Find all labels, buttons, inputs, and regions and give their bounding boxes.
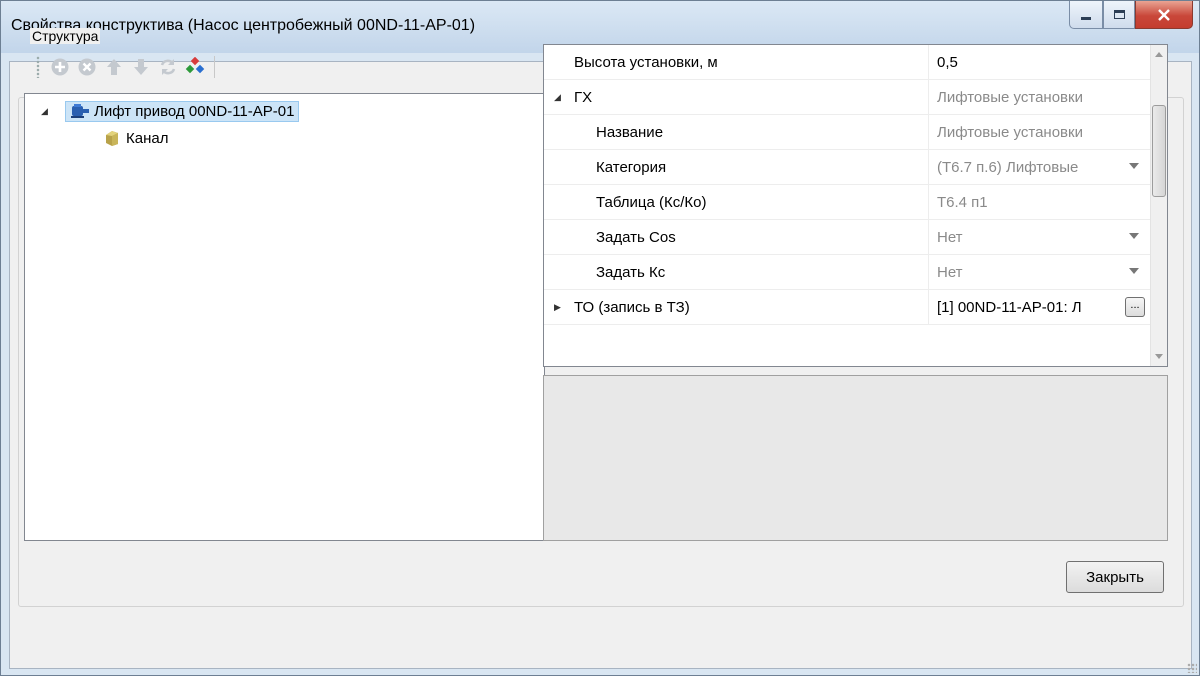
maximize-icon — [1113, 10, 1125, 19]
property-row[interactable]: Высота установки, м 0,5 — [544, 45, 1151, 80]
property-name-cell: Задать Cos — [544, 220, 929, 255]
property-value: Лифтовые установки — [937, 124, 1083, 141]
move-down-button[interactable] — [129, 55, 153, 79]
property-name: Задать Кс — [596, 264, 666, 281]
property-name-cell: Название — [544, 115, 929, 150]
property-name-cell: Задать Кс — [544, 255, 929, 290]
scrollbar-thumb[interactable] — [1152, 105, 1166, 197]
property-name: Задать Cos — [596, 229, 676, 246]
property-category-name: ГХ — [574, 89, 593, 106]
toolbar-separator — [214, 56, 215, 78]
close-button[interactable]: Закрыть — [1066, 561, 1164, 593]
toolbar-grip[interactable] — [36, 56, 40, 78]
property-value-cell[interactable]: Т6.4 п1 — [929, 185, 1151, 220]
minimize-button[interactable] — [1069, 1, 1103, 29]
property-name: ТО (запись в ТЗ) — [574, 299, 690, 316]
property-row[interactable]: Таблица (Кс/Ко) Т6.4 п1 — [544, 185, 1151, 220]
property-value-cell[interactable]: 0,5 — [929, 45, 1151, 80]
colors-icon — [185, 57, 205, 74]
add-button[interactable] — [48, 55, 72, 79]
move-up-icon — [107, 59, 121, 75]
property-row[interactable]: ▶ ТО (запись в ТЗ) [1] 00ND-11-AP-01: Л.… — [544, 290, 1151, 325]
structure-tree[interactable]: ◢ Лифт привод 00ND-11-AP-01 Канал — [24, 93, 545, 541]
property-value-cell[interactable]: (Т6.7 п.6) Лифтовые — [929, 150, 1151, 185]
move-down-icon — [134, 59, 148, 75]
property-value-cell[interactable]: Нет — [929, 255, 1151, 290]
property-value: (Т6.7 п.6) Лифтовые — [937, 159, 1079, 176]
tree-node-root[interactable]: ◢ Лифт привод 00ND-11-AP-01 — [41, 98, 300, 124]
property-name: Таблица (Кс/Ко) — [596, 194, 707, 211]
tree-node-root-selected[interactable]: Лифт привод 00ND-11-AP-01 — [65, 100, 300, 122]
structure-label: Структура — [30, 28, 101, 44]
remove-icon — [78, 58, 96, 76]
property-value: Лифтовые установки — [937, 89, 1083, 106]
property-value-cell: Лифтовые установки — [929, 80, 1151, 115]
remove-button[interactable] — [75, 55, 99, 79]
add-icon — [51, 58, 69, 76]
refresh-button[interactable] — [156, 55, 180, 79]
close-window-button[interactable] — [1135, 1, 1193, 29]
colors-button[interactable] — [183, 55, 207, 79]
pump-icon — [71, 104, 89, 118]
chevron-down-icon[interactable] — [1129, 163, 1139, 169]
dialog-window: Свойства конструктива (Насос центробежны… — [0, 0, 1200, 676]
tree-node-root-label: Лифт привод 00ND-11-AP-01 — [94, 102, 295, 120]
property-row[interactable]: Задать Кс Нет — [544, 255, 1151, 290]
window-controls — [1069, 1, 1193, 31]
property-name-cell: Высота установки, м — [544, 45, 929, 80]
maximize-button[interactable] — [1103, 1, 1135, 29]
scroll-up-icon[interactable] — [1155, 52, 1163, 57]
ellipsis-button[interactable]: ... — [1125, 297, 1145, 317]
property-description-panel — [543, 375, 1168, 541]
property-grid[interactable]: Высота установки, м 0,5 ◢ ГХ Лифтовые ус… — [543, 44, 1168, 367]
chevron-down-icon[interactable] — [1129, 233, 1139, 239]
move-up-button[interactable] — [102, 55, 126, 79]
property-row[interactable]: Задать Cos Нет — [544, 220, 1151, 255]
size-grip[interactable] — [1187, 663, 1197, 673]
property-name-cell: ▶ ТО (запись в ТЗ) — [544, 290, 929, 325]
property-value: Нет — [937, 229, 963, 246]
collapse-icon[interactable]: ◢ — [554, 92, 564, 103]
minimize-icon — [1081, 17, 1091, 20]
property-grid-scrollbar[interactable] — [1150, 45, 1167, 366]
tree-node-child-label: Канал — [126, 129, 169, 147]
property-value: 0,5 — [937, 54, 958, 71]
close-icon — [1158, 8, 1170, 21]
structure-toolbar — [24, 51, 544, 83]
property-name: Высота установки, м — [574, 54, 718, 71]
property-value-cell[interactable]: Нет — [929, 220, 1151, 255]
property-value: [1] 00ND-11-AP-01: Л — [937, 299, 1082, 316]
property-name: Название — [596, 124, 664, 141]
collapse-icon[interactable]: ◢ — [41, 106, 51, 117]
property-value: Нет — [937, 264, 963, 281]
property-name: Категория — [596, 159, 667, 176]
property-name-cell: Таблица (Кс/Ко) — [544, 185, 929, 220]
property-value-cell[interactable]: Лифтовые установки — [929, 115, 1151, 150]
property-category-row[interactable]: ◢ ГХ Лифтовые установки — [544, 80, 1151, 115]
property-value: Т6.4 п1 — [937, 194, 988, 211]
property-row[interactable]: Название Лифтовые установки — [544, 115, 1151, 150]
property-row[interactable]: Категория (Т6.7 п.6) Лифтовые — [544, 150, 1151, 185]
channel-icon — [106, 131, 118, 146]
property-name-cell: ◢ ГХ — [544, 80, 929, 115]
scroll-down-icon[interactable] — [1155, 354, 1163, 359]
property-name-cell: Категория — [544, 150, 929, 185]
tree-node-child[interactable]: Канал — [103, 125, 168, 151]
chevron-down-icon[interactable] — [1129, 268, 1139, 274]
expand-icon[interactable]: ▶ — [554, 302, 564, 313]
refresh-icon — [160, 59, 176, 75]
property-value-cell[interactable]: [1] 00ND-11-AP-01: Л... — [929, 290, 1151, 325]
